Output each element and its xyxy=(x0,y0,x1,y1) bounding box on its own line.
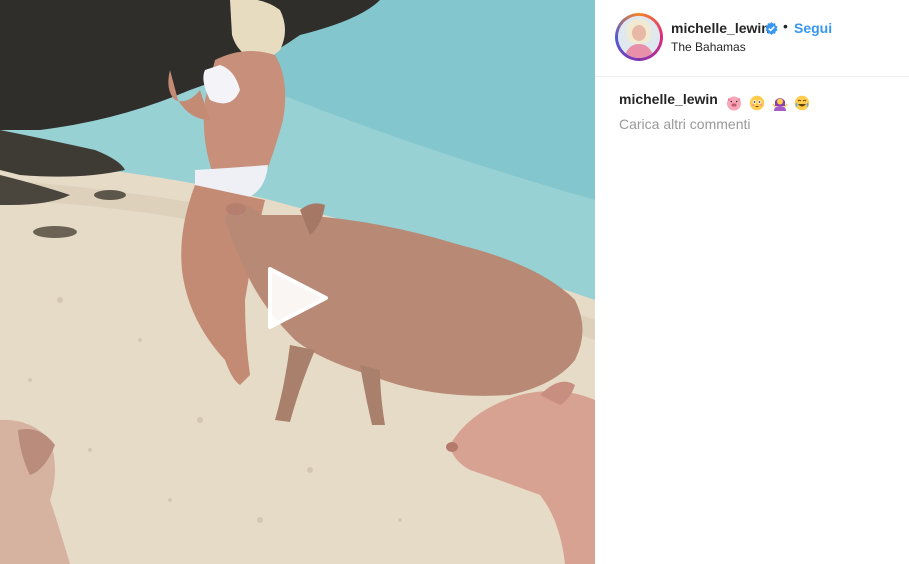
woman-shrugging-icon xyxy=(771,98,788,112)
avatar-image xyxy=(618,16,660,58)
post-location[interactable]: The Bahamas xyxy=(671,40,746,54)
caption-emojis xyxy=(726,93,814,112)
avatar[interactable] xyxy=(615,13,663,61)
flushed-face-icon xyxy=(749,96,764,111)
verified-badge-icon xyxy=(765,22,778,35)
pig-face-icon xyxy=(726,96,741,111)
play-icon xyxy=(268,267,328,329)
caption: michelle_lewin xyxy=(619,90,814,112)
play-button[interactable] xyxy=(266,265,330,331)
post-video[interactable] xyxy=(0,0,595,564)
load-more-comments-link[interactable]: Carica altri commenti xyxy=(619,116,750,132)
follow-button[interactable]: Segui xyxy=(794,20,832,36)
header-separator: • xyxy=(783,18,788,34)
caption-username[interactable]: michelle_lewin xyxy=(619,91,718,107)
post-username[interactable]: michelle_lewin xyxy=(671,20,770,36)
post-side-panel: michelle_lewin • Segui The Bahamas miche… xyxy=(595,0,909,564)
joy-face-icon xyxy=(795,96,810,111)
post-header: michelle_lewin • Segui The Bahamas xyxy=(595,0,909,77)
